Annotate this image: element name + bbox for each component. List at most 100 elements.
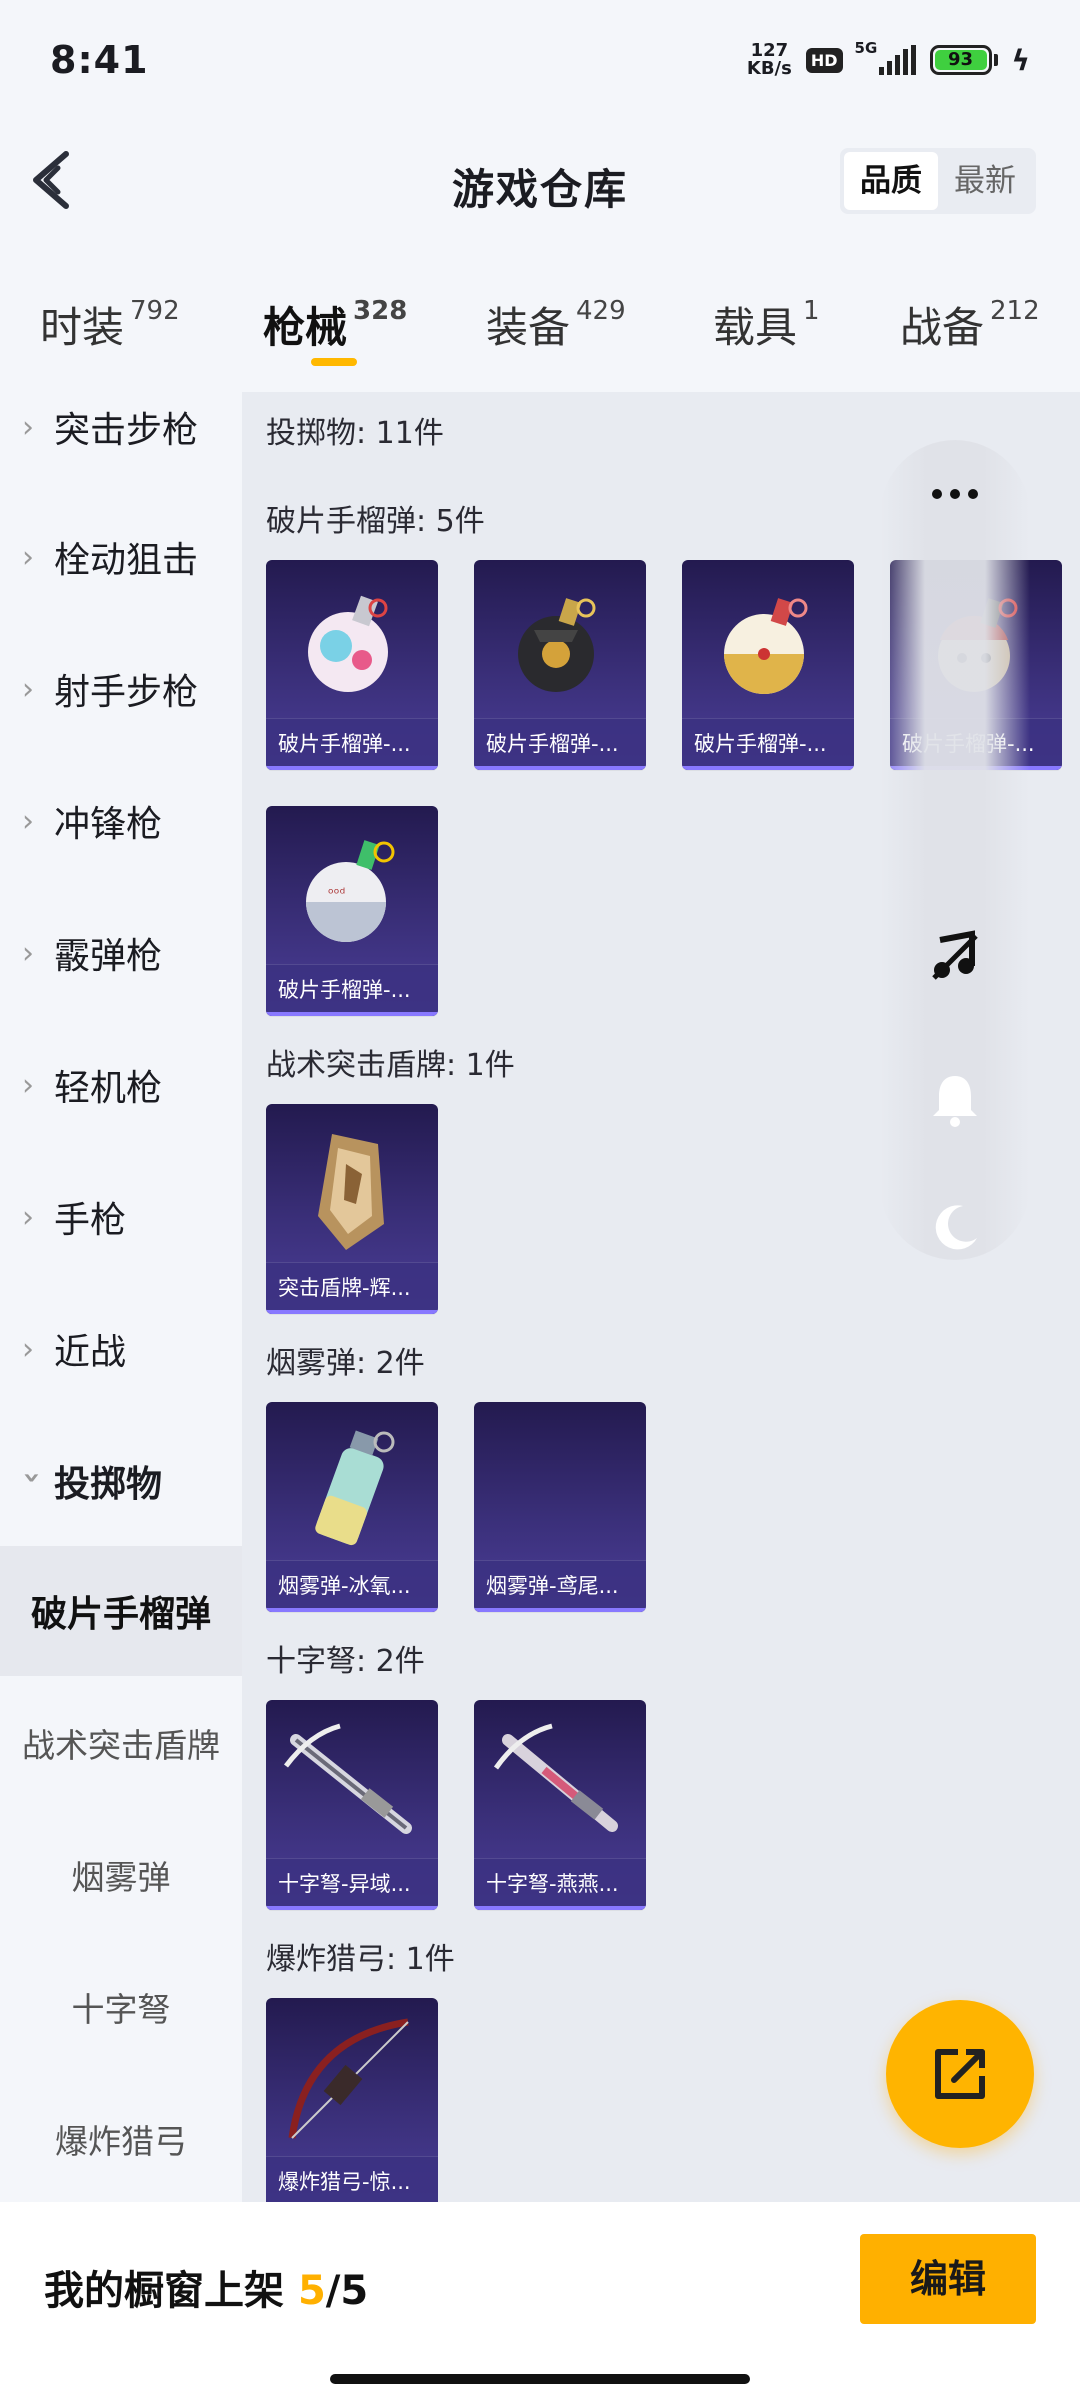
floating-side-panel bbox=[880, 440, 1030, 1260]
sort-toggle: 品质 最新 bbox=[840, 148, 1036, 214]
chevron-right-icon: › bbox=[22, 409, 34, 445]
item-name: 破片手榴弹-... bbox=[266, 718, 438, 770]
active-tab-indicator bbox=[311, 358, 357, 366]
sidebar-sub-crossbow[interactable]: 十字弩 bbox=[0, 1942, 242, 2072]
sidebar-sub-assault-shield[interactable]: 战术突击盾牌 bbox=[0, 1678, 242, 1808]
moon-icon[interactable] bbox=[880, 1202, 1030, 1258]
sidebar-item-label: 突击步枪 bbox=[54, 410, 199, 451]
category-summary: 投掷物: 11件 bbox=[266, 416, 444, 451]
section-title: 十字弩: 2件 bbox=[266, 1644, 425, 1679]
tab-count: 429 bbox=[576, 296, 626, 326]
sidebar-sub-frag-grenade[interactable]: 破片手榴弹 bbox=[0, 1546, 242, 1676]
tab-count: 212 bbox=[990, 296, 1040, 326]
header: 游戏仓库 品质 最新 bbox=[0, 130, 1080, 230]
smoke-grenade-skin-icon bbox=[315, 1430, 395, 1546]
sidebar-item-shotguns[interactable]: › 霰弹枪 bbox=[0, 888, 242, 1018]
chevron-right-icon: › bbox=[22, 935, 34, 971]
item-card[interactable]: 十字弩-燕燕... bbox=[474, 1700, 646, 1910]
tab-vehicles[interactable]: 载具 1 bbox=[713, 294, 820, 355]
item-card[interactable]: 破片手榴弹-... bbox=[266, 560, 438, 770]
showcase-counter: 我的橱窗上架 5/5 bbox=[44, 2258, 368, 2316]
item-card[interactable]: 爆炸猎弓-惊... bbox=[266, 1998, 438, 2202]
network-type: 5G bbox=[854, 39, 878, 57]
sidebar-item-throwables[interactable]: › 投掷物 bbox=[0, 1416, 242, 1546]
item-name: 破片手榴弹-... bbox=[266, 964, 438, 1016]
item-name: 爆炸猎弓-惊... bbox=[266, 2156, 438, 2202]
more-icon[interactable] bbox=[880, 484, 1030, 508]
sort-by-newest[interactable]: 最新 bbox=[938, 152, 1032, 210]
sort-by-quality[interactable]: 品质 bbox=[844, 152, 938, 210]
sidebar-item-marksman-rifles[interactable]: › 射手步枪 bbox=[0, 624, 242, 754]
sidebar-item-lmg[interactable]: › 轻机枪 bbox=[0, 1020, 242, 1150]
tab-count: 792 bbox=[130, 296, 180, 326]
sidebar-item-label: 轻机枪 bbox=[54, 1068, 163, 1109]
sidebar-item-label: 手枪 bbox=[54, 1200, 127, 1241]
item-name: 破片手榴弹-... bbox=[474, 718, 646, 770]
crossbow-skin-icon bbox=[493, 1723, 618, 1832]
chevron-right-icon: › bbox=[22, 539, 34, 575]
battery-icon: 93 bbox=[929, 45, 998, 75]
chevron-down-icon: › bbox=[14, 1471, 50, 1484]
item-name: 烟雾弹-冰氧... bbox=[266, 1560, 438, 1612]
item-name: 破片手榴弹-... bbox=[682, 718, 854, 770]
sidebar-item-pistols[interactable]: › 手枪 bbox=[0, 1152, 242, 1282]
item-card[interactable]: ᵒᵒᵈ 破片手榴弹-... bbox=[266, 806, 438, 1016]
chevron-right-icon: › bbox=[22, 1067, 34, 1103]
battery-level: 93 bbox=[934, 50, 987, 70]
chevron-right-icon: › bbox=[22, 1199, 34, 1235]
sidebar-item-label: 射手步枪 bbox=[54, 672, 199, 713]
item-card[interactable]: 破片手榴弹-... bbox=[682, 560, 854, 770]
showcase-current: 5 bbox=[297, 2268, 326, 2314]
section-title: 爆炸猎弓: 1件 bbox=[266, 1942, 455, 1977]
sidebar-item-bolt-sniper[interactable]: › 栓动狙击 bbox=[0, 492, 242, 622]
tab-fashion[interactable]: 时装 792 bbox=[40, 294, 180, 355]
status-bar: 8:41 127 KB/s HD 5G 93 ϟ bbox=[0, 0, 1080, 120]
status-icons: 127 KB/s HD 5G 93 ϟ bbox=[747, 39, 1030, 80]
network-speed: 127 KB/s bbox=[747, 42, 792, 78]
tab-equipment[interactable]: 装备 429 bbox=[486, 294, 626, 355]
item-name: 烟雾弹-鸢尾... bbox=[474, 1560, 646, 1612]
chevron-right-icon: › bbox=[22, 803, 34, 839]
music-off-icon[interactable] bbox=[880, 928, 1030, 986]
sidebar-sub-explosive-bow[interactable]: 爆炸猎弓 bbox=[0, 2074, 242, 2204]
sidebar-item-label: 栓动狙击 bbox=[54, 540, 199, 581]
section-title: 烟雾弹: 2件 bbox=[266, 1346, 425, 1381]
tab-label: 枪械 bbox=[263, 303, 348, 352]
sidebar: › 突击步枪 › 栓动狙击 › 射手步枪 › 冲锋枪 › 霰弹枪 › 轻机枪 › 手枪 › 近战… bbox=[0, 392, 242, 2202]
frag-grenade-skin-icon: ᵒᵒᵈ bbox=[306, 840, 395, 942]
signal-icon: 5G bbox=[855, 39, 916, 75]
item-name: 十字弩-异域... bbox=[266, 1858, 438, 1910]
item-name: 十字弩-燕燕... bbox=[474, 1858, 646, 1910]
sidebar-item-label: 近战 bbox=[54, 1332, 127, 1373]
tab-label: 战备 bbox=[900, 303, 985, 352]
crossbow-skin-icon bbox=[284, 1723, 412, 1834]
tab-count: 328 bbox=[353, 296, 408, 326]
share-button[interactable] bbox=[886, 2000, 1034, 2148]
chevron-right-icon: › bbox=[22, 1331, 34, 1367]
tab-label: 装备 bbox=[486, 303, 571, 352]
sidebar-item-label: 霰弹枪 bbox=[54, 936, 163, 977]
home-indicator[interactable] bbox=[330, 2374, 750, 2384]
sidebar-sub-smoke-grenade[interactable]: 烟雾弹 bbox=[0, 1810, 242, 1940]
tab-count: 1 bbox=[803, 296, 820, 326]
item-card[interactable]: 烟雾弹-鸢尾... bbox=[474, 1402, 646, 1612]
item-card[interactable]: 突击盾牌-辉... bbox=[266, 1104, 438, 1314]
edit-button[interactable]: 编辑 bbox=[860, 2234, 1036, 2324]
section-title: 战术突击盾牌: 1件 bbox=[266, 1048, 515, 1083]
frag-grenade-skin-icon bbox=[518, 598, 596, 692]
sidebar-item-melee[interactable]: › 近战 bbox=[0, 1284, 242, 1414]
chevron-right-icon: › bbox=[22, 671, 34, 707]
item-card[interactable]: 烟雾弹-冰氧... bbox=[266, 1402, 438, 1612]
tab-label: 时装 bbox=[40, 303, 125, 352]
tab-firearms[interactable]: 枪械 328 bbox=[263, 294, 407, 355]
item-card[interactable]: 十字弩-异域... bbox=[266, 1700, 438, 1910]
status-time: 8:41 bbox=[50, 38, 149, 82]
sidebar-item-smg[interactable]: › 冲锋枪 bbox=[0, 756, 242, 886]
charging-icon: ϟ bbox=[1011, 43, 1030, 77]
item-card[interactable]: 破片手榴弹-... bbox=[474, 560, 646, 770]
tab-combat-gear[interactable]: 战备 212 bbox=[900, 294, 1040, 355]
network-speed-unit: KB/s bbox=[746, 58, 792, 79]
share-icon bbox=[935, 2049, 985, 2099]
sidebar-item-assault-rifles[interactable]: › 突击步枪 bbox=[0, 362, 242, 492]
bell-icon[interactable] bbox=[880, 1072, 1030, 1132]
